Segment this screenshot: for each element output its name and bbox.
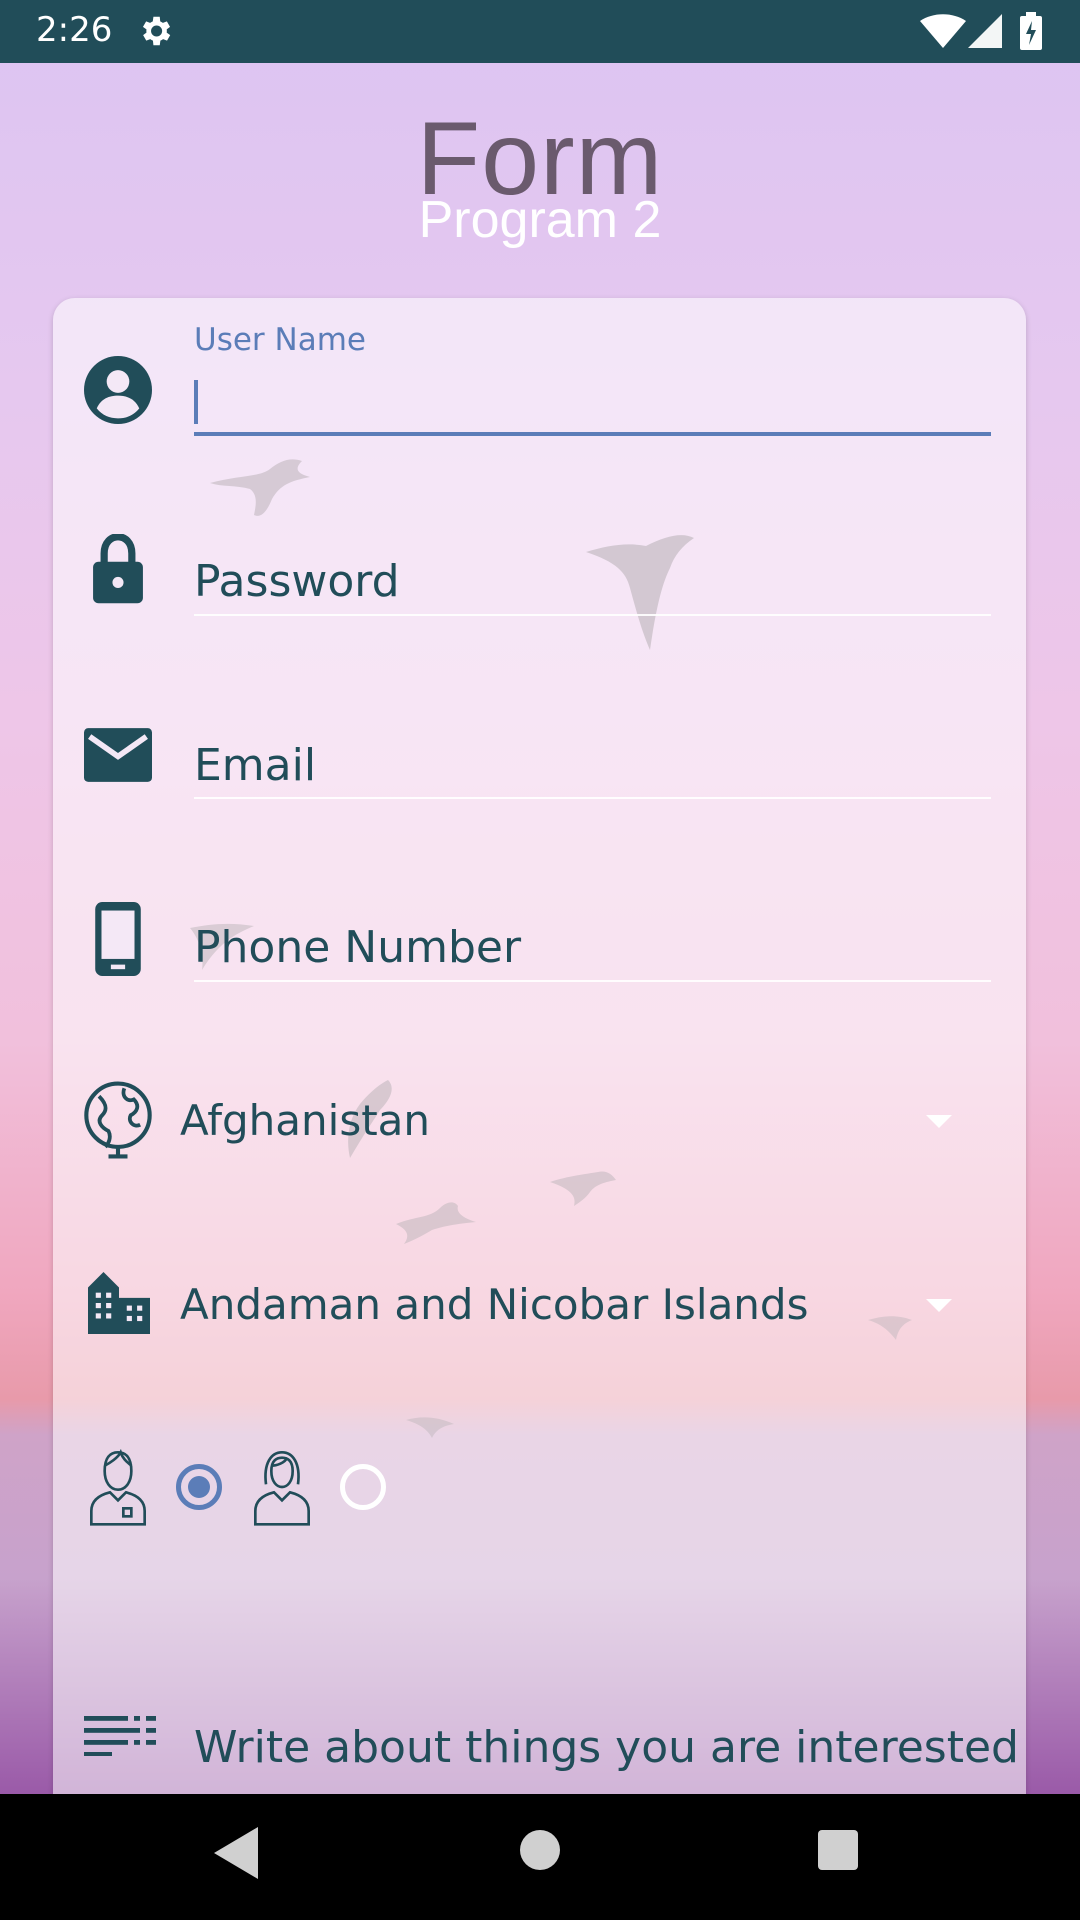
female-avatar-icon [254, 1450, 310, 1526]
email-underline [194, 797, 991, 799]
wifi-icon [920, 14, 966, 48]
form-card [53, 298, 1026, 1794]
gear-icon [142, 16, 171, 46]
username-label: User Name [194, 322, 366, 358]
phone-field[interactable]: Phone Number [194, 922, 521, 973]
status-bar: 2:26 [0, 0, 1080, 63]
globe-icon [84, 1081, 152, 1159]
male-avatar-icon [90, 1448, 146, 1526]
mail-icon [84, 728, 152, 782]
female-radio[interactable] [340, 1464, 386, 1510]
chevron-down-icon[interactable] [926, 1299, 952, 1312]
signal-icon [968, 14, 1002, 48]
home-icon[interactable] [520, 1830, 560, 1870]
country-select[interactable]: Afghanistan [180, 1096, 430, 1145]
navigation-bar [0, 1794, 1080, 1920]
notes-icon [84, 1716, 156, 1756]
account-circle-icon [84, 356, 152, 424]
interests-field[interactable]: Write about things you are interested [194, 1722, 1019, 1773]
chevron-down-icon[interactable] [926, 1115, 952, 1128]
male-radio[interactable] [176, 1464, 222, 1510]
phone-underline [194, 980, 991, 982]
text-cursor [194, 380, 198, 424]
back-icon[interactable] [214, 1827, 262, 1879]
status-time: 2:26 [36, 10, 113, 50]
password-underline [194, 614, 991, 616]
city-icon [88, 1272, 150, 1334]
username-field[interactable] [194, 432, 991, 436]
password-field[interactable]: Password [194, 556, 400, 607]
page-subtitle: Program 2 [418, 191, 662, 249]
email-field[interactable]: Email [194, 740, 316, 791]
lock-icon [93, 534, 143, 604]
battery-charging-icon [1020, 12, 1042, 50]
app-screen: 2:26 Form Program 2 User Name Password E… [0, 0, 1080, 1794]
state-select[interactable]: Andaman and Nicobar Islands [180, 1280, 808, 1329]
smartphone-icon [95, 902, 141, 976]
recents-icon[interactable] [818, 1830, 858, 1870]
